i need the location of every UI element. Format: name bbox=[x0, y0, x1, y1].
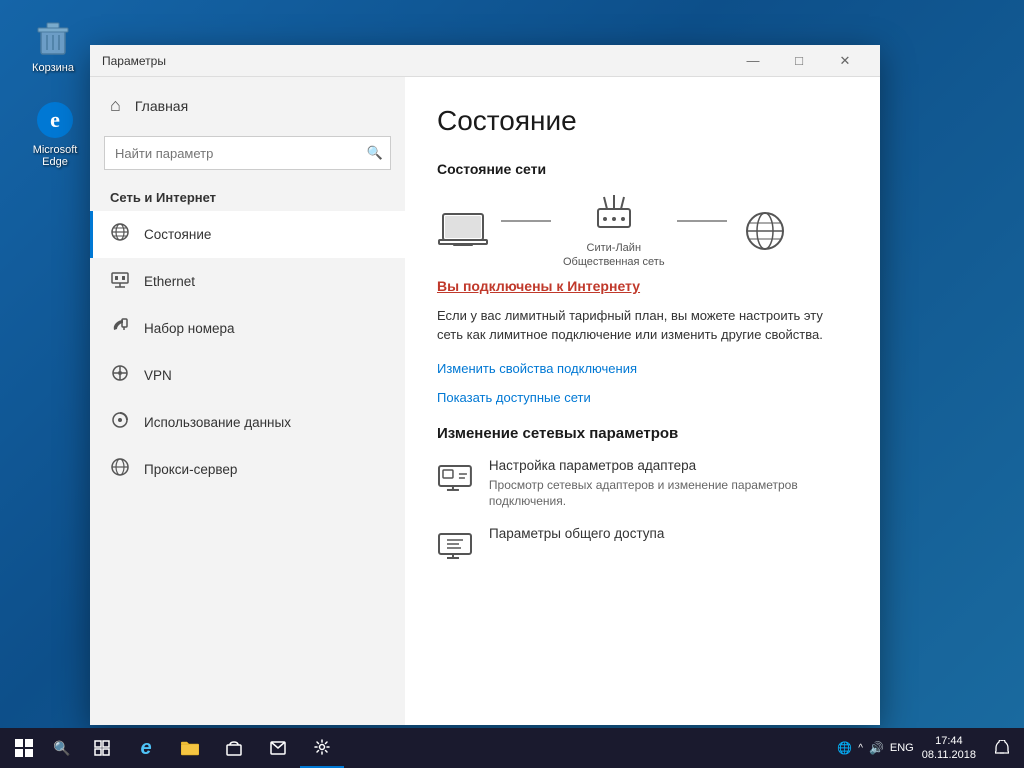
sidebar-item-dialup[interactable]: Набор номера bbox=[90, 305, 405, 352]
line1 bbox=[501, 220, 551, 222]
sidebar-item-status[interactable]: Состояние bbox=[90, 211, 405, 258]
adapter-settings-icon bbox=[437, 458, 473, 494]
show-networks-link[interactable]: Показать доступные сети bbox=[437, 390, 848, 405]
adapter-settings-desc: Просмотр сетевых адаптеров и изменение п… bbox=[489, 477, 848, 511]
sidebar-section-title: Сеть и Интернет bbox=[90, 180, 405, 211]
sidebar-item-data-usage[interactable]: Использование данных bbox=[90, 399, 405, 446]
sidebar-item-data-usage-label: Использование данных bbox=[144, 415, 291, 430]
adapter-settings-text: Настройка параметров адаптера Просмотр с… bbox=[489, 458, 848, 511]
minimize-button[interactable]: — bbox=[730, 45, 776, 77]
desktop: Корзина e Microsoft Edge Параметры — □ ✕ bbox=[0, 0, 1024, 768]
task-view-icon bbox=[94, 740, 110, 756]
title-bar: Параметры — □ ✕ bbox=[90, 45, 880, 77]
sidebar-item-status-label: Состояние bbox=[144, 227, 211, 242]
edge-svg: e bbox=[35, 100, 75, 140]
search-input[interactable] bbox=[104, 136, 391, 170]
lang-indicator: ENG bbox=[890, 742, 914, 754]
taskbar-items: e bbox=[80, 728, 344, 768]
sharing-settings-icon bbox=[437, 526, 473, 562]
sidebar-search-container: 🔍 bbox=[104, 136, 391, 170]
sidebar-item-ethernet-label: Ethernet bbox=[144, 274, 195, 289]
ethernet-icon bbox=[110, 269, 130, 294]
laptop-device bbox=[437, 210, 489, 252]
line2 bbox=[677, 220, 727, 222]
sidebar-item-vpn[interactable]: VPN bbox=[90, 352, 405, 399]
edge-icon[interactable]: e Microsoft Edge bbox=[20, 100, 90, 168]
sidebar-item-proxy[interactable]: Прокси-сервер bbox=[90, 446, 405, 493]
notification-icon bbox=[995, 740, 1009, 756]
data-usage-icon bbox=[110, 410, 130, 435]
taskbar-search-button[interactable]: 🔍 bbox=[44, 728, 80, 768]
page-title: Состояние bbox=[437, 105, 848, 137]
window-title: Параметры bbox=[102, 54, 730, 68]
connected-text[interactable]: Вы подключены к Интернету bbox=[437, 278, 848, 294]
network-status-heading: Состояние сети bbox=[437, 161, 848, 177]
trash-svg bbox=[33, 18, 73, 58]
sharing-settings-card: Параметры общего доступа bbox=[437, 526, 848, 562]
adapter-settings-title[interactable]: Настройка параметров адаптера bbox=[489, 458, 848, 473]
speaker-icon: 🔊 bbox=[869, 741, 884, 755]
settings-window: Параметры — □ ✕ ⌂ Главная 🔍 bbox=[90, 45, 880, 725]
router-icon bbox=[594, 193, 634, 235]
sidebar-item-proxy-label: Прокси-сервер bbox=[144, 462, 237, 477]
globe-device bbox=[739, 210, 791, 252]
dialup-icon bbox=[110, 316, 130, 341]
sharing-settings-title[interactable]: Параметры общего доступа bbox=[489, 526, 664, 541]
change-props-link[interactable]: Изменить свойства подключения bbox=[437, 361, 848, 376]
vpn-icon bbox=[110, 363, 130, 388]
maximize-button[interactable]: □ bbox=[776, 45, 822, 77]
taskbar: 🔍 e bbox=[0, 728, 1024, 768]
sidebar-home-label: Главная bbox=[135, 98, 188, 114]
taskbar-mail[interactable] bbox=[256, 728, 300, 768]
explorer-icon bbox=[181, 740, 199, 756]
status-icon bbox=[110, 222, 130, 247]
taskbar-system-icons: 🌐 ^ 🔊 ENG bbox=[837, 741, 913, 755]
globe-icon bbox=[739, 210, 791, 252]
taskbar-settings[interactable] bbox=[300, 728, 344, 768]
window-controls: — □ ✕ bbox=[730, 45, 868, 77]
network-tray-icon: 🌐 bbox=[837, 741, 852, 755]
close-button[interactable]: ✕ bbox=[822, 45, 868, 77]
main-content: Состояние Состояние сети bbox=[405, 77, 880, 725]
router-device: Сити-ЛайнОбщественная сеть bbox=[563, 193, 665, 270]
sidebar-item-dialup-label: Набор номера bbox=[144, 321, 235, 336]
recycle-bin-label: Корзина bbox=[32, 62, 74, 74]
search-icon: 🔍 bbox=[367, 145, 383, 161]
recycle-bin-icon[interactable]: Корзина bbox=[18, 18, 88, 74]
taskbar-task-view[interactable] bbox=[80, 728, 124, 768]
network-diagram: Сити-ЛайнОбщественная сеть bbox=[437, 193, 848, 270]
settings-icon bbox=[314, 739, 330, 755]
sidebar-item-vpn-label: VPN bbox=[144, 368, 172, 383]
info-text: Если у вас лимитный тарифный план, вы мо… bbox=[437, 306, 848, 345]
taskbar-explorer[interactable] bbox=[168, 728, 212, 768]
window-body: ⌂ Главная 🔍 Сеть и Интернет bbox=[90, 77, 880, 725]
taskbar-right: 🌐 ^ 🔊 ENG 17:44 08.11.2018 bbox=[837, 728, 1020, 768]
notification-button[interactable] bbox=[984, 728, 1020, 768]
proxy-icon bbox=[110, 457, 130, 482]
sidebar: ⌂ Главная 🔍 Сеть и Интернет bbox=[90, 77, 405, 725]
sharing-settings-text: Параметры общего доступа bbox=[489, 526, 664, 545]
home-icon: ⌂ bbox=[110, 95, 121, 116]
store-icon bbox=[226, 740, 242, 756]
sidebar-item-ethernet[interactable]: Ethernet bbox=[90, 258, 405, 305]
edge-label: Microsoft Edge bbox=[20, 144, 90, 168]
mail-icon bbox=[270, 741, 286, 755]
clock-date: 08.11.2018 bbox=[922, 748, 976, 762]
adapter-settings-card: Настройка параметров адаптера Просмотр с… bbox=[437, 458, 848, 511]
taskbar-clock[interactable]: 17:44 08.11.2018 bbox=[922, 734, 976, 763]
change-settings-heading: Изменение сетевых параметров bbox=[437, 425, 848, 442]
windows-logo bbox=[15, 739, 33, 757]
laptop-icon bbox=[437, 210, 489, 252]
taskbar-store[interactable] bbox=[212, 728, 256, 768]
sidebar-home-button[interactable]: ⌂ Главная bbox=[90, 85, 405, 126]
taskbar-edge[interactable]: e bbox=[124, 728, 168, 768]
chevron-up-icon[interactable]: ^ bbox=[858, 743, 863, 754]
start-button[interactable] bbox=[4, 728, 44, 768]
clock-time: 17:44 bbox=[935, 734, 963, 748]
router-label: Сити-ЛайнОбщественная сеть bbox=[563, 241, 665, 270]
svg-text:e: e bbox=[50, 107, 60, 132]
